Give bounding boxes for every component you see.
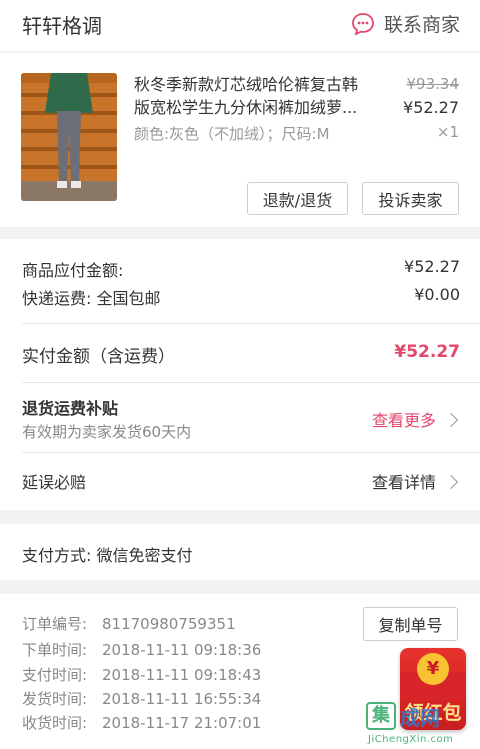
view-details-label: 查看详情 <box>371 473 436 492</box>
goods-amount-row: 商品应付金额: ¥52.27 <box>0 257 480 281</box>
copy-order-number-button[interactable]: 复制单号 <box>363 607 458 641</box>
current-price: ¥52.27 <box>403 98 459 117</box>
refund-return-button[interactable]: 退款/退货 <box>247 182 348 215</box>
total-label: 实付金额（含运费） <box>22 347 175 367</box>
watermark-url: JiChengXin.com <box>368 734 454 745</box>
receive-time-value: 2018-11-17 21:07:01 <box>102 714 262 732</box>
goods-amount-label: 商品应付金额: <box>22 261 124 280</box>
order-time-line: 下单时间: 2018-11-11 09:18:36 <box>22 639 261 660</box>
delay-compensation-row[interactable]: 延误必赔 查看详情 <box>0 469 480 495</box>
contact-seller-label: 联系商家 <box>383 14 460 36</box>
return-subsidy-row[interactable]: 退货运费补贴 有效期为卖家发货60天内 查看更多 <box>0 393 480 449</box>
product-title[interactable]: 秋冬季新款灯芯绒哈伦裤复古韩版宽松学生九分休闲裤加绒萝... <box>134 73 364 119</box>
original-price: ¥93.34 <box>406 75 460 93</box>
order-number-key: 订单编号: <box>22 615 88 633</box>
chevron-right-icon <box>443 474 459 489</box>
ship-time-key: 发货时间: <box>22 690 88 708</box>
receive-time-line: 收货时间: 2018-11-17 21:07:01 <box>22 712 261 733</box>
order-number-line: 订单编号: 81170980759351 <box>22 613 236 634</box>
ship-time-value: 2018-11-11 16:55:34 <box>102 690 262 708</box>
chevron-right-icon <box>443 412 459 427</box>
goods-amount-value: ¥52.27 <box>404 257 460 276</box>
payment-section: 支付方式: 微信免密支付 <box>0 524 480 580</box>
coin-icon: ¥ <box>417 653 449 685</box>
payment-method: 支付方式: 微信免密支付 <box>22 546 193 565</box>
order-number-value: 81170980759351 <box>102 615 236 633</box>
chat-bubble-icon <box>352 12 374 36</box>
site-watermark: 集 成网 JiChengXin.com <box>366 700 480 749</box>
product-photo <box>21 73 117 201</box>
shipping-label: 快递运费: 全国包邮 <box>22 289 161 308</box>
payment-time-line: 支付时间: 2018-11-11 09:18:43 <box>22 664 261 685</box>
watermark-text: 成网 <box>400 706 440 730</box>
view-details-link[interactable]: 查看详情 <box>371 469 459 493</box>
total-value: ¥52.27 <box>394 342 460 362</box>
return-subsidy-title: 退货运费补贴 <box>22 399 119 418</box>
product-image[interactable] <box>21 73 117 201</box>
product-card[interactable]: 秋冬季新款灯芯绒哈伦裤复古韩版宽松学生九分休闲裤加绒萝... 颜色:灰色（不加绒… <box>0 53 480 227</box>
payment-time-key: 支付时间: <box>22 666 88 684</box>
shipping-row: 快递运费: 全国包邮 ¥0.00 <box>0 285 480 309</box>
delay-compensation-title: 延误必赔 <box>22 473 87 492</box>
view-more-link[interactable]: 查看更多 <box>371 407 459 431</box>
divider <box>22 382 480 383</box>
product-spec: 颜色:灰色（不加绒）；尺码:M <box>134 125 330 143</box>
return-subsidy-subtitle: 有效期为卖家发货60天内 <box>22 423 192 441</box>
shop-name[interactable]: 轩轩格调 <box>22 10 102 39</box>
ship-time-line: 发货时间: 2018-11-11 16:55:34 <box>22 688 261 709</box>
watermark-logo-box: 集 <box>366 702 396 730</box>
complain-seller-button[interactable]: 投诉卖家 <box>362 182 459 215</box>
shipping-value: ¥0.00 <box>414 285 460 304</box>
order-time-value: 2018-11-11 09:18:36 <box>102 641 262 659</box>
view-more-label: 查看更多 <box>371 411 436 430</box>
total-row: 实付金额（含运费） ¥52.27 <box>0 342 480 368</box>
divider <box>22 323 480 324</box>
payment-time-value: 2018-11-11 09:18:43 <box>102 666 262 684</box>
order-time-key: 下单时间: <box>22 641 88 659</box>
divider <box>22 452 480 453</box>
shop-header: 轩轩格调 联系商家 <box>0 0 480 52</box>
quantity: ×1 <box>436 123 459 141</box>
contact-seller-button[interactable]: 联系商家 <box>350 10 460 37</box>
amounts-section: 商品应付金额: ¥52.27 快递运费: 全国包邮 ¥0.00 实付金额（含运费… <box>0 239 480 510</box>
receive-time-key: 收货时间: <box>22 714 88 732</box>
